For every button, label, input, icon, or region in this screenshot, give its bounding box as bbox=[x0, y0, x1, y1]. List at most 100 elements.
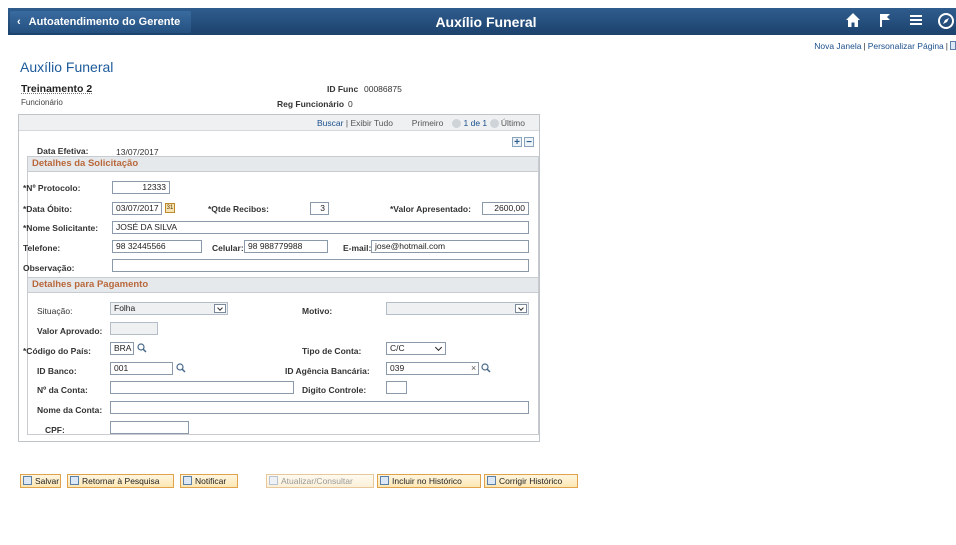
refresh-icon bbox=[269, 476, 278, 485]
include-history-label: Incluir no Histórico bbox=[392, 476, 462, 486]
status-label: Situação: bbox=[37, 306, 73, 316]
reg-funcionario-value: 0 bbox=[348, 99, 353, 109]
personalize-page-link[interactable]: Personalizar Página bbox=[868, 41, 944, 51]
protocol-label: *Nº Protocolo: bbox=[23, 183, 81, 193]
include-history-button[interactable]: Incluir no Histórico bbox=[377, 474, 481, 488]
save-button-label: Salvar bbox=[35, 476, 60, 486]
save-button[interactable]: Salvar bbox=[20, 474, 61, 488]
receipts-input[interactable]: 3 bbox=[310, 202, 329, 215]
mobile-label: Celular: bbox=[212, 243, 244, 253]
presented-amount-label: *Valor Apresentado: bbox=[390, 204, 471, 214]
notify-button[interactable]: Notificar bbox=[180, 474, 238, 488]
account-type-label: Tipo de Conta: bbox=[302, 346, 362, 356]
email-input[interactable]: jose@hotmail.com bbox=[371, 240, 529, 253]
last-link[interactable]: Último bbox=[501, 118, 525, 128]
employee-name[interactable]: Treinamento 2 bbox=[21, 83, 92, 95]
country-lookup-search-icon[interactable] bbox=[137, 343, 147, 355]
email-label: E-mail: bbox=[343, 243, 372, 253]
death-date-input[interactable]: 03/07/2017 bbox=[112, 202, 162, 215]
include-history-icon bbox=[380, 476, 389, 485]
bank-id-label: ID Banco: bbox=[37, 366, 77, 376]
employee-role: Funcionário bbox=[21, 98, 63, 107]
receipts-label: *Qtde Recibos: bbox=[208, 204, 269, 214]
check-digit-label: Digito Controle: bbox=[302, 385, 367, 395]
country-code-label: *Código do País: bbox=[23, 346, 91, 356]
delete-row-icon[interactable]: − bbox=[524, 137, 534, 148]
bank-lookup-search-icon[interactable] bbox=[176, 363, 186, 375]
calendar-icon[interactable]: 31 bbox=[165, 203, 175, 213]
page-title: Auxílio Funeral bbox=[435, 14, 537, 30]
account-name-input[interactable] bbox=[110, 401, 529, 414]
page-heading: Auxílio Funeral bbox=[20, 59, 114, 75]
bank-id-input[interactable]: 001 bbox=[110, 362, 173, 375]
cpf-input[interactable] bbox=[110, 421, 189, 434]
show-all-link[interactable]: Exibir Tudo bbox=[350, 118, 393, 128]
new-window-link[interactable]: Nova Janela bbox=[814, 41, 861, 51]
top-banner: ‹ Autoatendimento do Gerente Auxílio Fune… bbox=[0, 0, 956, 37]
notes-label: Observação: bbox=[23, 263, 75, 273]
requester-name-input[interactable]: JOSÉ DA SILVA bbox=[112, 221, 529, 234]
menu-icon[interactable] bbox=[908, 12, 924, 33]
mobile-input[interactable]: 98 988779988 bbox=[244, 240, 328, 253]
next-arrow-icon bbox=[489, 119, 499, 129]
search-link[interactable]: Buscar bbox=[317, 118, 343, 128]
account-type-value: C/C bbox=[390, 343, 405, 353]
presented-amount-input[interactable]: 2600,00 bbox=[482, 202, 529, 215]
correct-history-button[interactable]: Corrigir Histórico bbox=[484, 474, 578, 488]
phone-label: Telefone: bbox=[23, 243, 61, 253]
flag-icon[interactable] bbox=[877, 12, 893, 33]
link-separator: | bbox=[945, 41, 948, 51]
add-row-icon[interactable]: + bbox=[512, 137, 522, 148]
chevron-down-icon bbox=[214, 304, 226, 313]
id-func-label: ID Func bbox=[327, 84, 359, 94]
approved-amount-label: Valor Aprovado: bbox=[37, 326, 103, 336]
approved-amount-input bbox=[110, 322, 158, 335]
requester-name-label: *Nome Solicitante: bbox=[23, 223, 99, 233]
reg-funcionario-label: Reg Funcionário bbox=[277, 99, 345, 109]
refresh-button-label: Atualizar/Consultar bbox=[281, 476, 353, 486]
check-digit-input[interactable] bbox=[386, 381, 407, 394]
refresh-button: Atualizar/Consultar bbox=[266, 474, 374, 488]
reason-select[interactable] bbox=[386, 302, 529, 315]
nav-separator: | bbox=[345, 118, 349, 128]
notify-button-label: Notificar bbox=[195, 476, 227, 486]
return-to-search-button[interactable]: Retornar à Pesquisa bbox=[67, 474, 174, 488]
account-type-select[interactable]: C/C bbox=[386, 342, 446, 355]
chevron-down-icon bbox=[515, 304, 527, 313]
row-navigation: Buscar | Exibir Tudo Primeiro 1 de 1 Últ… bbox=[317, 118, 525, 129]
first-link[interactable]: Primeiro bbox=[412, 118, 444, 128]
branch-id-input[interactable]: 039 bbox=[386, 362, 479, 375]
death-date-label: *Data Óbito: bbox=[23, 204, 73, 214]
correct-history-label: Corrigir Histórico bbox=[499, 476, 563, 486]
navbar-icon[interactable] bbox=[937, 12, 955, 35]
clear-icon[interactable]: × bbox=[471, 363, 476, 373]
page-links: Nova Janela | Personalizar Página | bbox=[814, 41, 956, 51]
payment-details-header: Detalhes para Pagamento bbox=[28, 278, 538, 293]
status-select-value: Folha bbox=[114, 303, 136, 313]
status-select[interactable]: Folha bbox=[110, 302, 228, 315]
request-details-header: Detalhes da Solicitação bbox=[28, 157, 538, 172]
branch-lookup-search-icon[interactable] bbox=[481, 363, 491, 375]
reason-label: Motivo: bbox=[302, 306, 333, 316]
account-number-label: Nº da Conta: bbox=[37, 385, 88, 395]
account-number-input[interactable] bbox=[110, 381, 294, 394]
return-to-search-label: Retornar à Pesquisa bbox=[82, 476, 160, 486]
return-arrow-icon bbox=[70, 476, 79, 485]
title-bar: ‹ Autoatendimento do Gerente Auxílio Fune… bbox=[8, 8, 956, 35]
previous-arrow-icon bbox=[452, 119, 462, 129]
effective-date-label: Data Efetiva: bbox=[37, 146, 89, 156]
protocol-input[interactable]: 12333 bbox=[112, 181, 170, 194]
phone-input[interactable]: 98 32445566 bbox=[112, 240, 202, 253]
correct-history-icon bbox=[487, 476, 496, 485]
cpf-label: CPF: bbox=[45, 425, 65, 435]
link-separator: | bbox=[863, 41, 866, 51]
branch-id-label: ID Agência Bancária: bbox=[285, 366, 370, 376]
floppy-disk-icon bbox=[23, 476, 32, 485]
help-icon[interactable] bbox=[950, 41, 956, 50]
notify-icon bbox=[183, 476, 192, 485]
row-range: 1 de 1 bbox=[463, 118, 488, 128]
country-code-input[interactable]: BRA bbox=[110, 342, 134, 355]
notes-input[interactable] bbox=[112, 259, 529, 272]
home-icon[interactable] bbox=[845, 12, 861, 33]
chevron-down-icon bbox=[434, 343, 443, 352]
